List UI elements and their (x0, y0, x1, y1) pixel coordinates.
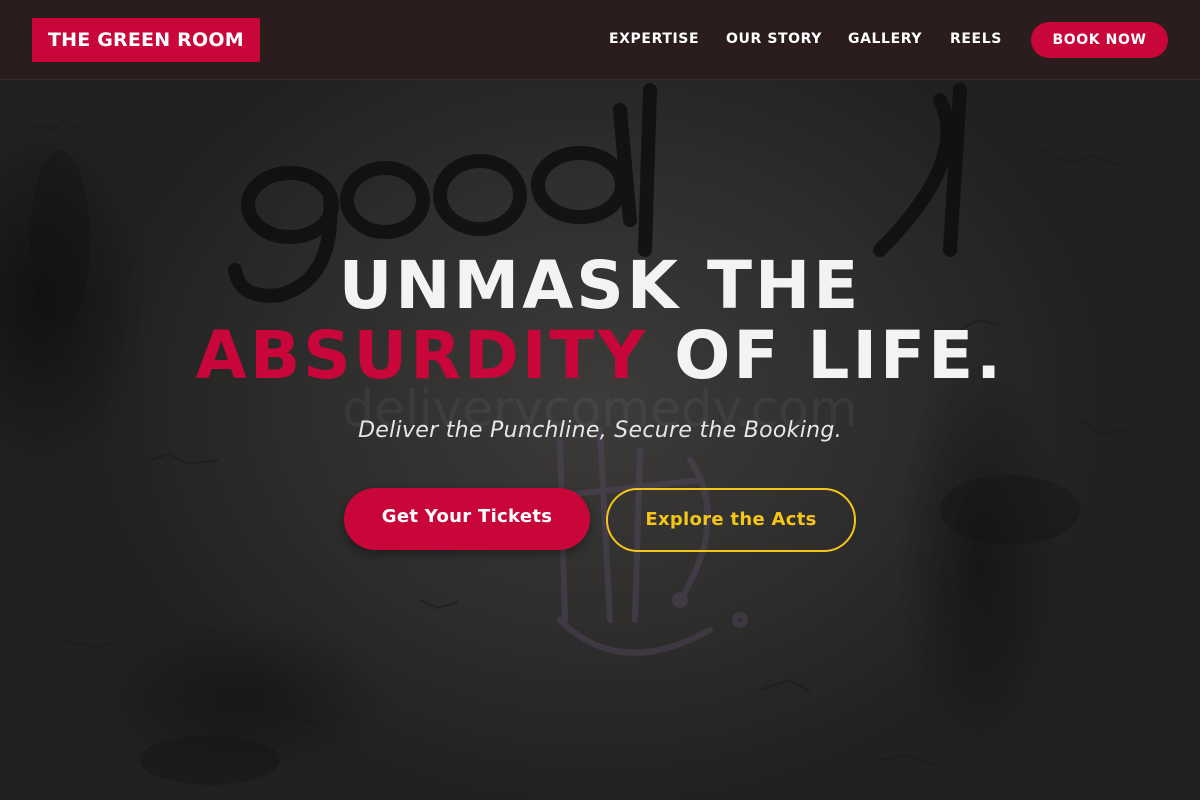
nav-link-gallery[interactable]: GALLERY (848, 31, 922, 47)
explore-acts-button[interactable]: Explore the Acts (606, 488, 856, 552)
hero-overlay (0, 0, 1200, 800)
book-now-button[interactable]: BOOK NOW (1031, 22, 1168, 58)
nav-link-expertise[interactable]: EXPERTISE (609, 31, 699, 47)
hero-headline-line2: ABSURDITY OF LIFE. (0, 318, 1200, 394)
site-logo[interactable]: THE GREEN ROOM (32, 18, 260, 62)
get-tickets-button[interactable]: Get Your Tickets (344, 488, 590, 550)
navbar: THE GREEN ROOM EXPERTISE OUR STORY GALLE… (0, 0, 1200, 80)
hero-headline-rest: OF LIFE. (674, 317, 1005, 394)
hero-headline-line1: UNMASK THE (338, 247, 862, 324)
hero-headline-accent: ABSURDITY (195, 317, 649, 394)
nav-link-reels[interactable]: REELS (950, 31, 1002, 47)
hero-subtitle: Deliver the Punchline, Secure the Bookin… (358, 418, 842, 443)
nav-link-our-story[interactable]: OUR STORY (726, 31, 822, 47)
